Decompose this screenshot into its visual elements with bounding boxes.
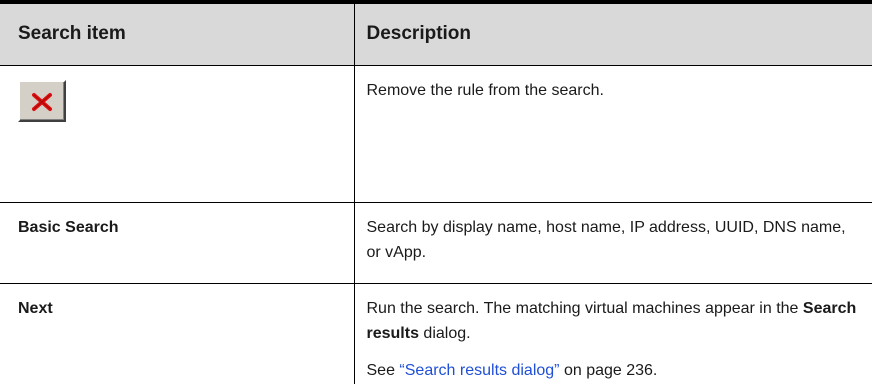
description-text: Remove the rule from the search. [366,81,604,99]
search-items-table: Search item Description Remove the rule … [0,0,872,384]
cell-description: Search by display name, host name, IP ad… [353,202,872,284]
search-results-dialog-link[interactable]: “Search results dialog” [399,362,559,379]
header-search-item: Search item [0,0,354,66]
close-icon [32,92,52,111]
description-text: Run the search. The matching virtual mac… [367,296,861,346]
cell-description: Run the search. The matching virtual mac… [353,283,872,384]
cell-description: Remove the rule from the search. [353,65,872,203]
cell-search-item: Next [0,283,354,384]
see-prefix: See [366,361,400,379]
item-label-basic-search: Basic Search [18,218,119,236]
table-row: Basic Search Search by display name, hos… [0,202,872,284]
table-header-row: Search item Description [0,0,872,66]
cell-search-item: Basic Search [0,202,354,284]
description-text: Search by display name, host name, IP ad… [366,218,846,261]
see-suffix: on page 236. [559,361,658,379]
table-row: Next Run the search. The matching virtua… [0,283,872,384]
description-pre: Run the search. The matching virtual mac… [366,299,803,317]
item-label-next: Next [18,299,53,317]
cell-search-item [0,65,354,203]
header-description: Description [353,0,872,66]
table-row: Remove the rule from the search. [0,65,872,203]
see-also-text: See “Search results dialog” on page 236. [367,358,861,383]
remove-rule-button[interactable] [18,79,66,122]
description-post: dialog. [418,324,471,342]
